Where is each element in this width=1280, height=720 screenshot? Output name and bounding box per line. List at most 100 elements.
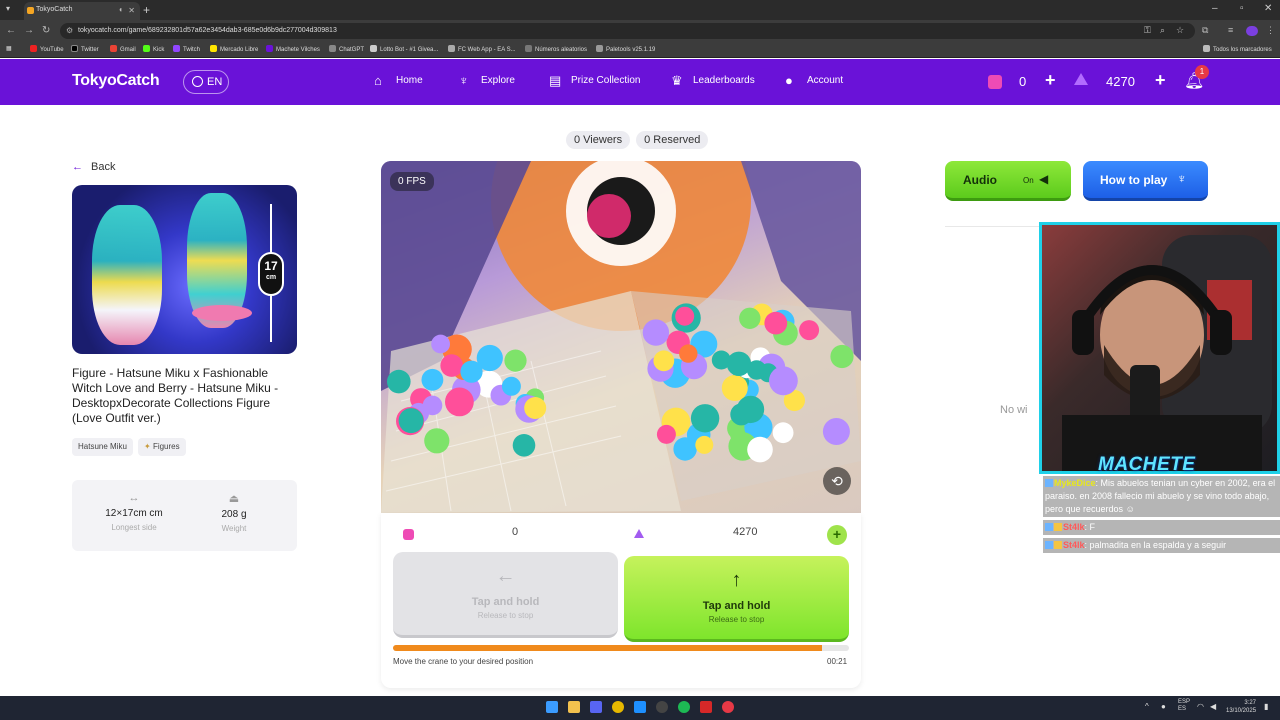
volume-icon[interactable]: ◀︎ (1210, 702, 1216, 711)
ball (690, 404, 720, 433)
file-explorer-icon[interactable] (568, 701, 580, 713)
zoom-icon[interactable]: ⌕ (1160, 25, 1165, 36)
close-window-icon[interactable]: ✕ (1264, 3, 1272, 14)
nav-leaderboards[interactable]: ♛ Leaderboards (671, 74, 755, 87)
new-tab-icon[interactable]: + (143, 3, 150, 17)
language-indicator[interactable]: ESP ES (1178, 699, 1190, 713)
site-info-icon[interactable]: ⚙ (66, 26, 73, 35)
minimize-icon[interactable]: – (1212, 3, 1218, 14)
numeros-icon (525, 45, 532, 52)
bookmark-lotto-bot[interactable]: Lotto Bot - #1 Givea... (370, 45, 438, 53)
app-icon-2[interactable] (722, 701, 734, 713)
bookmark-machete[interactable]: Machete Vilches (266, 45, 320, 53)
forward-nav-icon[interactable]: → (24, 25, 34, 36)
nav-prize-collection[interactable]: ▤ Prize Collection (549, 74, 640, 87)
ball (679, 344, 698, 363)
prize-title: Figure - Hatsune Miku x Fashionable Witc… (72, 366, 279, 425)
chat-message: MykeDice: Mis abuelos tenian un cyber en… (1043, 476, 1280, 517)
figure-base (192, 305, 252, 321)
game-gem-count: 4270 (733, 526, 758, 538)
tab-audio-icon[interactable]: ◖ (118, 5, 123, 14)
rotate-camera-icon[interactable]: ⟲ (823, 467, 851, 495)
folder-icon (1203, 45, 1210, 52)
clock[interactable]: 3:27 13/10/2025 (1226, 699, 1256, 715)
time-progress-bar (393, 645, 849, 651)
bookmark-gmail[interactable]: Gmail (110, 45, 136, 53)
audio-toggle-button[interactable]: Audio On ◀︎ (945, 161, 1071, 201)
tab-menu-icon[interactable]: ▾ (6, 4, 10, 13)
nav-explore[interactable]: ♆ Explore (459, 73, 515, 88)
ball (772, 422, 794, 444)
mic-icon[interactable]: ● (1161, 702, 1166, 711)
emote-icon: ☺ (1125, 504, 1135, 514)
lotto-bot-icon (370, 45, 377, 52)
how-to-play-button[interactable]: How to play ♆ (1083, 161, 1208, 201)
nav-account[interactable]: ● Account (785, 74, 843, 87)
back-link[interactable]: ← Back (72, 161, 115, 173)
twitch-icon (173, 45, 180, 52)
claw-icon: ♆ (459, 73, 469, 88)
bookmark-kick[interactable]: Kick (143, 45, 164, 53)
tag-character[interactable]: Hatsune Miku (72, 438, 133, 456)
add-gems-green-button[interactable]: + (827, 525, 847, 545)
telegram-icon[interactable] (634, 701, 646, 713)
media-icon[interactable]: ≡ (1228, 25, 1233, 35)
browser-tab[interactable]: TokyoCatch ◖ ✕ (24, 2, 140, 20)
chat-message: St4lk: palmadita en la espalda y a segui… (1043, 538, 1280, 553)
machete-icon (266, 45, 273, 52)
fc-web-app-icon (448, 45, 455, 52)
tab-close-icon[interactable]: ✕ (128, 6, 135, 15)
ticket-icon (988, 75, 1002, 89)
back-nav-icon[interactable]: ← (6, 25, 16, 36)
ball (746, 360, 767, 380)
youtube-icon (30, 45, 37, 52)
bookmark-numeros[interactable]: Números aleatorios (525, 45, 587, 53)
add-tickets-button[interactable]: + (1045, 70, 1056, 91)
bookmarks-bar: ▦ YouTube Twitter Gmail Kick Twitch Merc… (0, 42, 1280, 58)
ball (501, 376, 521, 396)
bookmark-youtube[interactable]: YouTube (30, 45, 64, 53)
all-bookmarks[interactable]: Todos los marcadores (1203, 45, 1272, 53)
app-icon[interactable] (700, 701, 712, 713)
bookmark-mercado-libre[interactable]: Mercado Libre (210, 45, 258, 53)
apps-grid-icon[interactable]: ▦ (6, 45, 12, 52)
chat-message: St4lk: F (1043, 520, 1280, 535)
maximize-icon[interactable]: ▫ (1240, 3, 1244, 14)
tray-chevron-icon[interactable]: ^ (1145, 702, 1149, 711)
reload-icon[interactable]: ↻ (42, 25, 50, 36)
instruction-text: Move the crane to your desired position (393, 657, 534, 666)
tag-category[interactable]: ✦ Figures (138, 438, 186, 456)
site-logo[interactable]: TokyoCatch (72, 72, 160, 90)
audio-state: On (1023, 176, 1034, 185)
os-taskbar: ^ ● ESP ES ◠ ◀︎ 3:27 13/10/2025 ▮ (0, 696, 1280, 720)
chrome-icon[interactable] (612, 701, 624, 713)
bookmark-chatgpt[interactable]: ChatGPT (329, 45, 364, 53)
spec-dimensions: ↔ 12×17cm cm Longest side (84, 492, 184, 532)
wifi-icon[interactable]: ◠ (1197, 702, 1204, 711)
stream-scene (381, 161, 861, 513)
bookmark-twitch[interactable]: Twitch (173, 45, 200, 53)
language-label: EN (207, 76, 223, 88)
notification-center-icon[interactable]: ▮ (1264, 702, 1268, 711)
ball (721, 375, 748, 401)
url-bar[interactable]: ⚙ tokyocatch.com/game/689232801d57a62e34… (60, 23, 1195, 39)
extensions-icon[interactable]: ⧉ (1202, 25, 1208, 36)
bookmark-twitter[interactable]: Twitter (71, 45, 99, 53)
bookmark-fc-web-app[interactable]: FC Web App - EA S... (448, 45, 516, 53)
spotify-icon[interactable] (678, 701, 690, 713)
windows-start-icon[interactable] (546, 701, 558, 713)
add-gems-button[interactable]: + (1155, 70, 1166, 91)
language-selector[interactable]: EN (183, 70, 229, 94)
notification-badge: 1 (1195, 65, 1209, 79)
password-key-icon[interactable]: ⚿ (1144, 25, 1151, 36)
move-up-button[interactable]: ↑ Tap and hold Release to stop (624, 556, 849, 642)
browser-menu-icon[interactable]: ⋮ (1266, 25, 1275, 36)
webcam-overlay (1039, 222, 1280, 474)
profile-avatar[interactable] (1246, 26, 1258, 36)
bookmark-paletools[interactable]: Paletools v25.1.19 (596, 45, 655, 53)
bookmark-star-icon[interactable]: ☆ (1176, 25, 1184, 36)
obs-icon[interactable] (656, 701, 668, 713)
discord-icon[interactable] (590, 701, 602, 713)
nav-home[interactable]: ⌂ Home (374, 74, 423, 87)
move-left-button[interactable]: ← Tap and hold Release to stop (393, 552, 618, 638)
